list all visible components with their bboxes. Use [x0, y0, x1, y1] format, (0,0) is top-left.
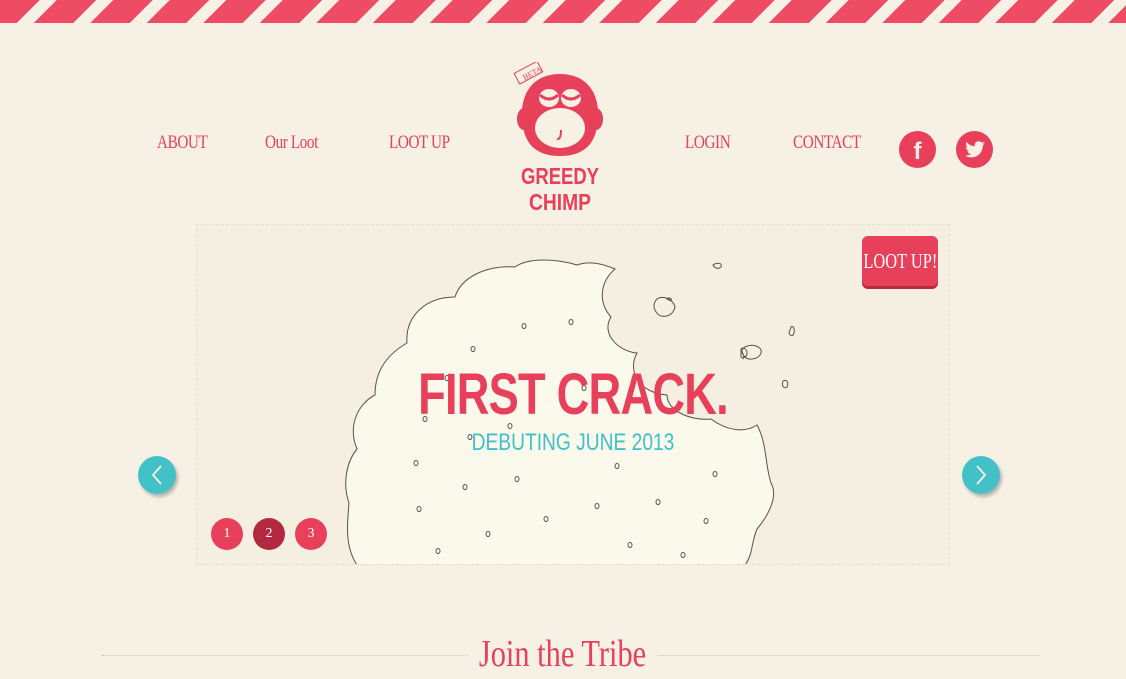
slide-dot-3[interactable]: 3 — [295, 518, 327, 550]
slider-prev-button[interactable] — [138, 456, 176, 494]
svg-text:CHIMP: CHIMP — [529, 189, 591, 212]
twitter-icon — [964, 140, 985, 157]
greedy-chimp-logo[interactable]: BETA GREEDY CHIMP — [510, 60, 610, 215]
nav-about[interactable]: ABOUT — [157, 132, 208, 154]
slide-dot-2[interactable]: 2 — [253, 518, 285, 550]
nav-login[interactable]: LOGIN — [685, 132, 731, 154]
hero-slider: FIRST CRACK. DEBUTING JUNE 2013 LOOT UP! — [196, 224, 950, 565]
nav-our-loot[interactable]: Our Loot — [265, 132, 318, 154]
twitter-button[interactable] — [956, 131, 993, 168]
chimp-logo-icon: BETA GREEDY CHIMP — [513, 60, 603, 215]
loot-up-button[interactable]: LOOT UP! — [862, 236, 938, 286]
chevron-right-icon — [976, 465, 987, 485]
section-title-wrap: Join the Tribe — [0, 632, 1126, 676]
section-title: Join the Tribe — [468, 632, 658, 676]
slide-dot-1[interactable]: 1 — [211, 518, 243, 550]
slide-headline: FIRST CRACK. — [418, 362, 729, 427]
facebook-button[interactable]: f — [899, 131, 936, 168]
top-stripe-bar — [0, 0, 1126, 23]
slider-next-button[interactable] — [962, 456, 1000, 494]
nav-loot-up[interactable]: LOOT UP — [389, 132, 450, 154]
svg-text:GREEDY: GREEDY — [521, 163, 599, 189]
chevron-left-icon — [151, 465, 162, 485]
facebook-icon: f — [913, 137, 922, 165]
nav-contact[interactable]: CONTACT — [793, 132, 861, 154]
slide-subline: DEBUTING JUNE 2013 — [471, 429, 675, 456]
